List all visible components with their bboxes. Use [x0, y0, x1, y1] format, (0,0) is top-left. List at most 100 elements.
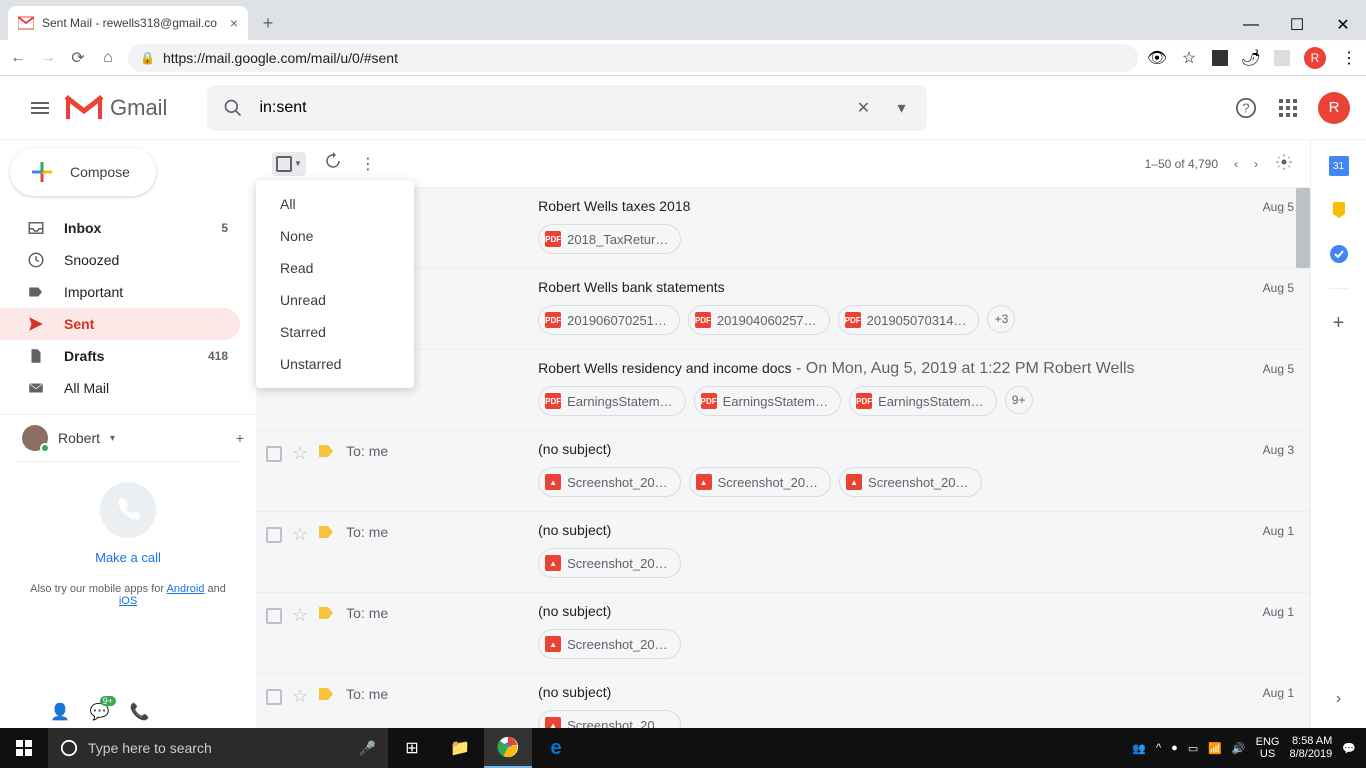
refresh-button[interactable] — [324, 152, 342, 175]
attachment-chip[interactable]: PDFEarningsStatem… — [849, 386, 997, 416]
attachment-chip[interactable]: PDF201906070251… — [538, 305, 680, 335]
chat-tab-icon[interactable]: 💬9+ — [90, 702, 110, 722]
minimize-button[interactable]: — — [1228, 10, 1274, 40]
attachment-chip[interactable]: PDFEarningsStatem… — [694, 386, 842, 416]
tasks-icon[interactable] — [1329, 244, 1349, 264]
star-icon[interactable]: ☆ — [292, 443, 308, 464]
new-tab-button[interactable]: + — [254, 9, 282, 37]
battery-icon[interactable]: ▭ — [1188, 742, 1198, 755]
select-all-checkbox[interactable] — [276, 156, 292, 172]
volume-icon[interactable]: 🔊 — [1232, 742, 1246, 755]
settings-icon[interactable] — [1274, 152, 1294, 175]
contacts-tab-icon[interactable]: 👤 — [50, 702, 70, 722]
keep-icon[interactable] — [1329, 200, 1349, 220]
browser-tab[interactable]: Sent Mail - rewells318@gmail.co × — [8, 6, 248, 40]
star-icon[interactable]: ☆ — [292, 605, 308, 626]
attachment-chip[interactable]: ▲Screenshot_20… — [689, 467, 831, 497]
clock[interactable]: 8:58 AM8/8/2019 — [1289, 735, 1332, 761]
more-attachments[interactable]: +3 — [987, 305, 1015, 333]
chrome-taskbar-icon[interactable] — [484, 728, 532, 768]
next-page-button[interactable]: › — [1254, 157, 1258, 171]
row-checkbox[interactable] — [266, 608, 282, 624]
important-marker-icon[interactable] — [318, 525, 334, 544]
ios-link[interactable]: iOS — [119, 595, 137, 607]
attachment-chip[interactable]: ▲Screenshot_20… — [538, 629, 680, 659]
sidebar-item-inbox[interactable]: Inbox5 — [0, 212, 240, 244]
email-row[interactable]: ☆ To: me (no subject) ▲Screenshot_20… Au… — [256, 512, 1310, 593]
star-icon[interactable]: ☆ — [292, 524, 308, 545]
attachment-chip[interactable]: ▲Screenshot_20… — [538, 548, 680, 578]
select-option-unread[interactable]: Unread — [256, 284, 414, 316]
row-checkbox[interactable] — [266, 527, 282, 543]
support-icon[interactable]: ? — [1234, 96, 1258, 120]
row-checkbox[interactable] — [266, 689, 282, 705]
phone-tab-icon[interactable]: 📞 — [130, 702, 150, 722]
email-row[interactable]: ☆ To: me (no subject) ▲Screenshot_20… Au… — [256, 674, 1310, 728]
ext-icon-1[interactable] — [1212, 50, 1228, 66]
cortana-search[interactable]: Type here to search 🎤 — [48, 728, 388, 768]
back-button[interactable]: ← — [8, 48, 28, 68]
chrome-menu-icon[interactable]: ⋮ — [1340, 49, 1358, 67]
attachment-chip[interactable]: PDF2018_TaxRetur… — [538, 224, 681, 254]
important-marker-icon[interactable] — [318, 606, 334, 625]
language-indicator[interactable]: ENGUS — [1256, 736, 1280, 760]
attachment-chip[interactable]: PDF201905070314… — [838, 305, 980, 335]
select-option-starred[interactable]: Starred — [256, 316, 414, 348]
scrollbar-thumb[interactable] — [1296, 188, 1310, 268]
forward-button[interactable]: → — [38, 48, 58, 68]
hangouts-profile[interactable]: Robert ▾ + — [0, 414, 256, 461]
android-link[interactable]: Android — [167, 583, 205, 595]
wifi-icon[interactable]: 📶 — [1208, 742, 1222, 755]
email-row[interactable]: ☆ To: me (no subject) ▲Screenshot_20… Au… — [256, 593, 1310, 674]
reload-button[interactable]: ⟳ — [68, 48, 88, 68]
eye-icon[interactable]: 👁 — [1148, 49, 1166, 67]
tray-app-icon[interactable]: ● — [1171, 742, 1178, 754]
ext-icon-3[interactable] — [1274, 50, 1290, 66]
sidebar-item-all-mail[interactable]: All Mail — [0, 372, 240, 404]
email-list[interactable]: ☆ urtz Robert Wells taxes 2018 PDF2018_T… — [256, 188, 1310, 728]
sidebar-item-sent[interactable]: Sent — [0, 308, 240, 340]
sidebar-item-drafts[interactable]: Drafts418 — [0, 340, 240, 372]
select-all-dropdown[interactable]: ▼ — [272, 152, 306, 176]
select-option-all[interactable]: All — [256, 188, 414, 220]
add-contact-icon[interactable]: + — [236, 430, 244, 446]
attachment-chip[interactable]: ▲Screenshot_20… — [538, 467, 680, 497]
attachment-chip[interactable]: PDF201904060257… — [688, 305, 830, 335]
edge-icon[interactable]: e — [532, 728, 580, 768]
task-view-icon[interactable]: ⊞ — [388, 728, 436, 768]
close-tab-icon[interactable]: × — [230, 15, 238, 31]
compose-button[interactable]: Compose — [10, 148, 156, 196]
email-row[interactable]: ☆ To: me (no subject) ▲Screenshot_20…▲Sc… — [256, 431, 1310, 512]
important-marker-icon[interactable] — [318, 687, 334, 706]
clear-search-icon[interactable]: ✕ — [851, 96, 875, 120]
search-input[interactable] — [259, 99, 837, 117]
menu-button[interactable] — [16, 102, 64, 114]
row-checkbox[interactable] — [266, 446, 282, 462]
attachment-chip[interactable]: PDFEarningsStatem… — [538, 386, 686, 416]
add-addon-icon[interactable]: + — [1329, 313, 1349, 333]
mic-icon[interactable]: 🎤 — [359, 740, 376, 757]
file-explorer-icon[interactable]: 📁 — [436, 728, 484, 768]
email-row[interactable]: ☆ 2 Robert Wells residency and income do… — [256, 350, 1310, 431]
attachment-chip[interactable]: ▲Screenshot_20… — [538, 710, 680, 728]
select-option-unstarred[interactable]: Unstarred — [256, 348, 414, 380]
maximize-button[interactable]: ☐ — [1274, 10, 1320, 40]
prev-page-button[interactable]: ‹ — [1234, 157, 1238, 171]
url-field[interactable]: 🔒 https://mail.google.com/mail/u/0/#sent — [128, 44, 1138, 72]
sidebar-item-snoozed[interactable]: Snoozed — [0, 244, 240, 276]
profile-dropdown-icon[interactable]: ▾ — [110, 433, 115, 444]
chrome-profile-avatar[interactable]: R — [1304, 47, 1326, 69]
calendar-icon[interactable]: 31 — [1329, 156, 1349, 176]
sidebar-item-important[interactable]: Important — [0, 276, 240, 308]
important-marker-icon[interactable] — [318, 444, 334, 463]
gmail-logo[interactable]: Gmail — [64, 93, 167, 123]
email-row[interactable]: ☆ urtz Robert Wells taxes 2018 PDF2018_T… — [256, 188, 1310, 269]
tray-chevron-icon[interactable]: ^ — [1156, 742, 1161, 754]
notifications-icon[interactable]: 💬 — [1342, 742, 1356, 755]
account-avatar[interactable]: R — [1318, 92, 1350, 124]
search-box[interactable]: ✕ ▾ — [207, 85, 927, 131]
attachment-chip[interactable]: ▲Screenshot_20… — [839, 467, 981, 497]
select-option-read[interactable]: Read — [256, 252, 414, 284]
star-icon[interactable]: ☆ — [292, 686, 308, 707]
collapse-panel-icon[interactable]: › — [1336, 690, 1341, 708]
